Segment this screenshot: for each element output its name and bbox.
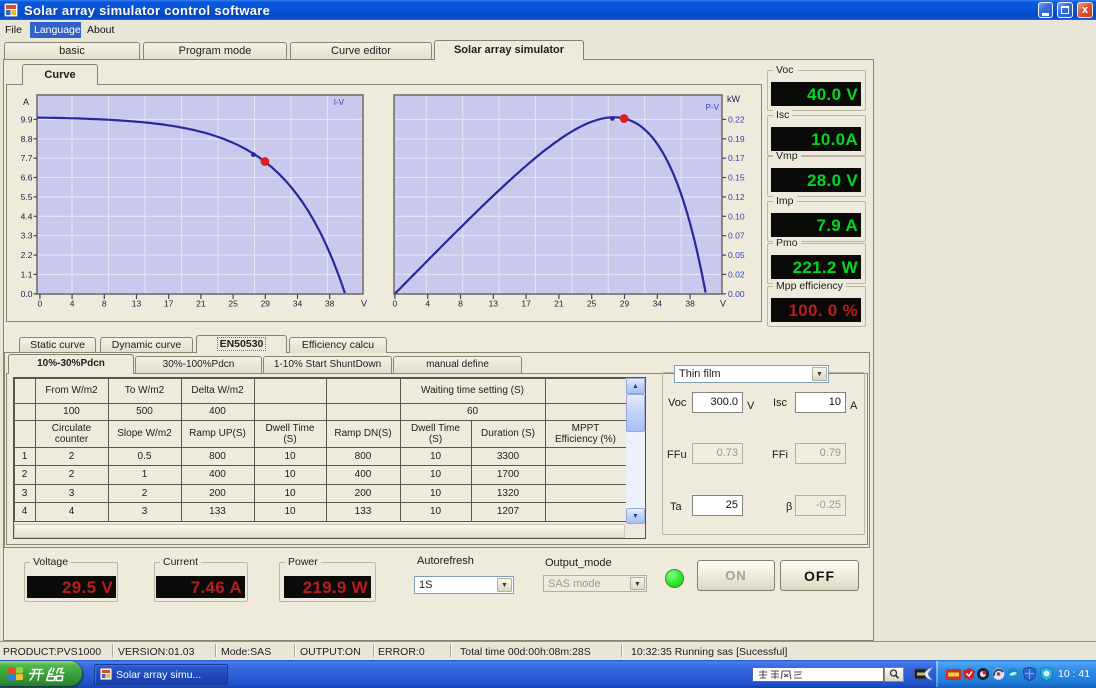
svg-text:0: 0 (38, 299, 43, 309)
svg-text:25: 25 (228, 299, 238, 309)
svg-text:7.7: 7.7 (21, 153, 33, 163)
svg-text:8.8: 8.8 (21, 134, 33, 144)
svg-text:0.05: 0.05 (728, 250, 745, 260)
svg-text:0.12: 0.12 (728, 192, 745, 202)
svg-text:0.10: 0.10 (728, 211, 745, 221)
svg-text:0.07: 0.07 (728, 231, 745, 241)
svg-text:P-V: P-V (706, 103, 720, 112)
svg-text:0.00: 0.00 (728, 289, 745, 299)
svg-text:13: 13 (489, 299, 499, 309)
svg-text:34: 34 (653, 299, 663, 309)
svg-text:21: 21 (554, 299, 564, 309)
svg-text:2.2: 2.2 (21, 250, 33, 260)
svg-text:25: 25 (587, 299, 597, 309)
svg-text:8: 8 (458, 299, 463, 309)
svg-text:21: 21 (196, 299, 206, 309)
svg-text:4: 4 (70, 299, 75, 309)
svg-text:17: 17 (521, 299, 531, 309)
svg-text:8: 8 (102, 299, 107, 309)
svg-text:34: 34 (293, 299, 303, 309)
svg-text:29: 29 (620, 299, 630, 309)
svg-text:17: 17 (164, 299, 174, 309)
svg-text:29: 29 (261, 299, 271, 309)
svg-text:3.3: 3.3 (21, 231, 33, 241)
svg-text:4.4: 4.4 (21, 211, 33, 221)
svg-text:0.15: 0.15 (728, 173, 745, 183)
svg-text:0: 0 (393, 299, 398, 309)
svg-text:V: V (720, 299, 726, 309)
svg-text:0.17: 0.17 (728, 153, 745, 163)
svg-text:38: 38 (685, 299, 695, 309)
svg-text:4: 4 (425, 299, 430, 309)
svg-text:6.6: 6.6 (21, 173, 33, 183)
svg-text:9.9: 9.9 (21, 114, 33, 124)
svg-text:0.02: 0.02 (728, 269, 745, 279)
svg-text:0.0: 0.0 (21, 289, 33, 299)
svg-text:13: 13 (132, 299, 142, 309)
svg-text:kW: kW (727, 94, 741, 104)
svg-text:5.5: 5.5 (21, 192, 33, 202)
svg-text:1.1: 1.1 (21, 269, 33, 279)
svg-text:V: V (361, 299, 367, 309)
svg-text:0.22: 0.22 (728, 114, 745, 124)
svg-text:0.19: 0.19 (728, 134, 745, 144)
svg-text:38: 38 (325, 299, 335, 309)
svg-text:I-V: I-V (334, 98, 345, 107)
svg-text:A: A (23, 97, 29, 107)
